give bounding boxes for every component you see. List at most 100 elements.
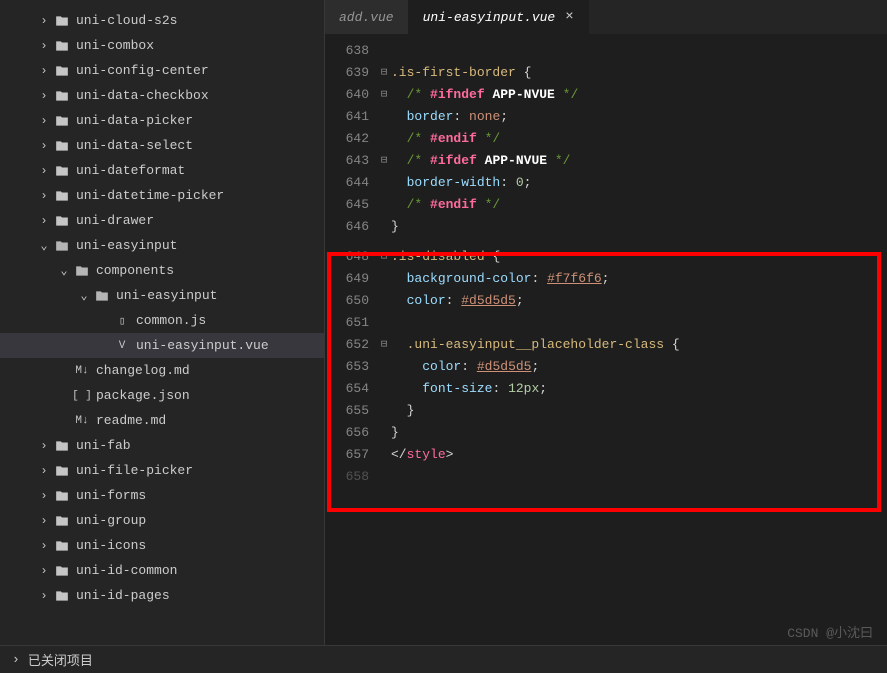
fold-marker-icon[interactable]: ⊟ — [377, 84, 391, 106]
fold-marker-icon[interactable]: ⊟ — [377, 150, 391, 172]
chevron-right-icon[interactable]: › — [36, 488, 52, 504]
tree-item-label: uni-cloud-s2s — [76, 13, 324, 28]
code-editor[interactable]: 6386396406416426436446456466486496506516… — [325, 34, 887, 645]
tree-item-label: uni-id-common — [76, 563, 324, 578]
code-line[interactable] — [391, 312, 887, 334]
code-line[interactable]: } — [391, 422, 887, 444]
close-icon[interactable]: × — [565, 9, 573, 25]
chevron-right-icon[interactable]: › — [36, 213, 52, 229]
tree-folder[interactable]: ⌄components — [0, 258, 324, 283]
tree-folder[interactable]: › uni-drawer — [0, 208, 324, 233]
code-line[interactable]: .is-disabled { — [391, 246, 887, 268]
tree-folder[interactable]: › uni-id-common — [0, 558, 324, 583]
chevron-right-icon[interactable]: › — [36, 438, 52, 454]
tree-folder[interactable]: ›uni-dateformat — [0, 158, 324, 183]
tree-folder[interactable]: ⌄ uni-easyinput — [0, 233, 324, 258]
line-number: 649 — [325, 268, 369, 290]
closed-projects-label[interactable]: 已关闭项目 — [28, 650, 93, 669]
tree-folder[interactable]: › uni-cloud-s2s — [0, 8, 324, 33]
chevron-down-icon[interactable]: ⌄ — [76, 288, 92, 304]
code-line[interactable]: } — [391, 216, 887, 238]
tree-item-label: uni-config-center — [76, 63, 324, 78]
tree-item-label: uni-id-pages — [76, 588, 324, 603]
tree-folder[interactable]: › uni-icons — [0, 533, 324, 558]
code-line[interactable]: font-size: 12px; — [391, 378, 887, 400]
file-explorer[interactable]: › uni-cloud-s2s › uni-combox › uni-config-cen… — [0, 0, 325, 645]
tree-folder[interactable]: ›uni-data-picker — [0, 108, 324, 133]
chevron-right-icon[interactable]: › — [36, 188, 52, 204]
chevron-right-icon[interactable]: › — [36, 38, 52, 54]
code-line[interactable]: /* #endif */ — [391, 128, 887, 150]
code-line[interactable]: /* #ifdef APP-NVUE */ — [391, 150, 887, 172]
fold-marker-icon[interactable]: ⊟ — [377, 246, 391, 268]
code-line[interactable] — [391, 238, 887, 246]
tree-item-label: uni-easyinput — [76, 238, 324, 253]
tree-folder[interactable]: ›uni-data-select — [0, 133, 324, 158]
tree-item-label: uni-icons — [76, 538, 324, 553]
folder-icon — [54, 213, 70, 229]
folder-icon — [54, 463, 70, 479]
fold-marker-icon[interactable]: ⊟ — [377, 334, 391, 356]
code-line[interactable]: border-width: 0; — [391, 172, 887, 194]
code-line[interactable]: /* #ifndef APP-NVUE */ — [391, 84, 887, 106]
chevron-right-icon[interactable]: › — [36, 88, 52, 104]
tab-label: uni-easyinput.vue — [423, 10, 556, 25]
code-line[interactable]: } — [391, 400, 887, 422]
chevron-right-icon[interactable]: › — [36, 63, 52, 79]
chevron-right-icon[interactable]: › — [36, 538, 52, 554]
chevron-right-icon[interactable]: › — [36, 138, 52, 154]
tree-folder[interactable]: ›uni-group — [0, 508, 324, 533]
tree-file[interactable]: Vuni-easyinput.vue — [0, 333, 324, 358]
chevron-right-icon[interactable]: › — [36, 563, 52, 579]
folder-icon — [54, 163, 70, 179]
line-number: 658 — [325, 466, 369, 488]
chevron-right-icon[interactable]: › — [36, 13, 52, 29]
code-line[interactable]: border: none; — [391, 106, 887, 128]
chevron-right-icon[interactable]: › — [12, 652, 20, 667]
fold-marker-icon — [377, 444, 391, 466]
code-line[interactable]: color: #d5d5d5; — [391, 290, 887, 312]
tree-item-label: uni-drawer — [76, 213, 324, 228]
tree-item-label: uni-combox — [76, 38, 324, 53]
tree-folder[interactable]: ›uni-fab — [0, 433, 324, 458]
tree-folder[interactable]: ›uni-forms — [0, 483, 324, 508]
tree-file[interactable]: M↓changelog.md — [0, 358, 324, 383]
tree-folder[interactable]: › uni-id-pages — [0, 583, 324, 608]
code-line[interactable]: /* #endif */ — [391, 194, 887, 216]
code-line[interactable]: .is-first-border { — [391, 62, 887, 84]
tree-folder[interactable]: ⌄uni-easyinput — [0, 283, 324, 308]
tree-folder[interactable]: ›uni-datetime-picker — [0, 183, 324, 208]
chevron-down-icon[interactable]: ⌄ — [56, 263, 72, 279]
code-line[interactable]: background-color: #f7f6f6; — [391, 268, 887, 290]
folder-icon — [54, 113, 70, 129]
fold-gutter[interactable]: ⊟⊟⊟⊟⊟ — [377, 40, 391, 645]
chevron-right-icon[interactable]: › — [36, 113, 52, 129]
chevron-right-icon[interactable]: › — [36, 163, 52, 179]
folder-icon — [94, 288, 110, 304]
chevron-right-icon[interactable]: › — [36, 463, 52, 479]
tree-file[interactable]: [ ]package.json — [0, 383, 324, 408]
tree-folder[interactable]: › uni-file-picker — [0, 458, 324, 483]
code-line[interactable] — [391, 40, 887, 62]
code-line[interactable] — [391, 466, 887, 488]
tree-folder[interactable]: › uni-combox — [0, 33, 324, 58]
editor-tab[interactable]: uni-easyinput.vue × — [409, 0, 589, 34]
json-file-icon: [ ] — [74, 388, 90, 404]
code-line[interactable]: color: #d5d5d5; — [391, 356, 887, 378]
tree-folder[interactable]: › uni-config-center — [0, 58, 324, 83]
chevron-down-icon[interactable]: ⌄ — [36, 238, 52, 254]
fold-marker-icon[interactable]: ⊟ — [377, 62, 391, 84]
tab-label: add.vue — [339, 10, 394, 25]
folder-icon — [54, 488, 70, 504]
tree-file[interactable]: ▯common.js — [0, 308, 324, 333]
tree-item-label: uni-file-picker — [76, 463, 324, 478]
code-lines[interactable]: .is-first-border { /* #ifndef APP-NVUE *… — [391, 40, 887, 645]
folder-icon — [54, 563, 70, 579]
editor-tab[interactable]: add.vue — [325, 0, 409, 34]
chevron-right-icon[interactable]: › — [36, 513, 52, 529]
tree-folder[interactable]: ›uni-data-checkbox — [0, 83, 324, 108]
code-line[interactable]: .uni-easyinput__placeholder-class { — [391, 334, 887, 356]
code-line[interactable]: </style> — [391, 444, 887, 466]
chevron-right-icon[interactable]: › — [36, 588, 52, 604]
tree-file[interactable]: M↓readme.md — [0, 408, 324, 433]
